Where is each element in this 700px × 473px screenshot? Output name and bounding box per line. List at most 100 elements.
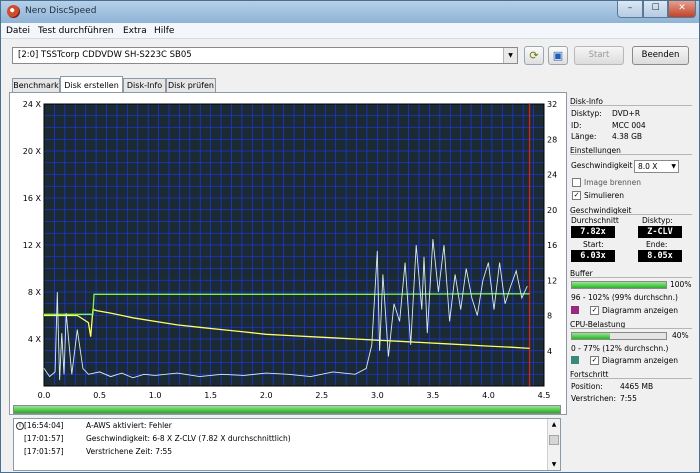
check-icon: ✓ <box>573 191 580 199</box>
log-time: [17:01:57] <box>24 434 64 443</box>
cpu-progress <box>571 332 667 340</box>
cpu-percent: 40% <box>672 331 689 340</box>
chevron-down-icon: ▼ <box>671 163 676 170</box>
simulate-label: Simulieren <box>584 191 624 200</box>
menu-test[interactable]: Test durchführen <box>38 26 113 36</box>
y-right-tick-label: 20 <box>547 206 557 215</box>
log-row: i [16:54:04] A-AWS aktiviert: Fehler <box>14 420 547 432</box>
disk-id-value: MCC 004 <box>612 121 646 130</box>
buffer-color-swatch[interactable] <box>571 306 579 314</box>
log-message: Verstrichene Zeit: 7:55 <box>86 447 173 456</box>
speed-select-value: 8.0 X <box>638 162 658 171</box>
disktype-value: DVD+R <box>612 109 641 118</box>
x-tick-label: 0.0 <box>38 391 51 400</box>
tab-disk-erstellen[interactable]: Disk erstellen <box>60 76 123 93</box>
start-button[interactable]: Start <box>574 46 624 65</box>
title-bar[interactable]: Nero DiscSpeed – ☐ ✕ <box>1 1 699 23</box>
buffer-diagram-label: Diagramm anzeigen <box>602 306 679 315</box>
end-speed-display: 8.05x <box>638 250 682 262</box>
divider <box>570 214 692 215</box>
position-label: Position: <box>571 382 603 391</box>
start-speed-label: Start: <box>583 240 604 249</box>
tab-disk-pruefen[interactable]: Disk prüfen <box>166 78 216 93</box>
avg-speed-display: 7.82x <box>571 226 615 238</box>
y-left-tick-label: 12 X <box>23 241 42 250</box>
position-value: 4465 MB <box>620 382 654 391</box>
y-right-tick-label: 32 <box>547 100 557 109</box>
x-tick-label: 2.5 <box>315 391 328 400</box>
x-tick-label: 3.5 <box>427 391 440 400</box>
minimize-button[interactable]: – <box>617 1 643 18</box>
menu-hilfe[interactable]: Hilfe <box>154 26 174 36</box>
cpu-diagram-checkbox[interactable]: ✓ <box>590 356 599 365</box>
maximize-button[interactable]: ☐ <box>643 1 668 18</box>
x-tick-label: 0.5 <box>93 391 106 400</box>
refresh-icon: ⟳ <box>529 49 539 62</box>
x-tick-label: 4.0 <box>482 391 495 400</box>
chevron-down-icon[interactable]: ▼ <box>503 48 517 63</box>
cpu-range: 0 - 77% (12% durchschn.) <box>571 344 669 353</box>
image-burn-label: Image brennen <box>584 178 642 187</box>
speed-label: Geschwindigkeit <box>571 161 633 170</box>
buffer-progress-fill <box>572 282 666 288</box>
x-tick-label: 1.5 <box>204 391 217 400</box>
log-time: [16:54:04] <box>24 421 64 430</box>
y-left-tick-label: 20 X <box>23 147 42 156</box>
y-right-tick-label: 12 <box>547 276 557 285</box>
y-right-tick-label: 8 <box>547 312 552 321</box>
log-panel[interactable]: i [16:54:04] A-AWS aktiviert: Fehler [17… <box>13 418 561 471</box>
disk-type-display: Z-CLV <box>638 226 682 238</box>
close-button[interactable]: Beenden <box>632 46 689 65</box>
log-row: [17:01:57] Geschwindigkeit: 6-8 X Z-CLV … <box>14 433 547 445</box>
side-panel: Disk-Info Disktyp: DVD+R ID: MCC 004 Län… <box>568 94 696 412</box>
y-right-tick-label: 24 <box>547 171 557 180</box>
menu-datei[interactable]: Datei <box>6 26 30 36</box>
buffer-diagram-checkbox[interactable]: ✓ <box>590 306 599 315</box>
app-window: Nero DiscSpeed – ☐ ✕ Datei Test durchfüh… <box>0 0 700 473</box>
scroll-thumb[interactable] <box>549 435 559 445</box>
tab-disk-info[interactable]: Disk-Info <box>123 78 166 93</box>
log-time: [17:01:57] <box>24 447 64 456</box>
log-message: A-AWS aktiviert: Fehler <box>86 421 172 430</box>
drive-select[interactable]: [2:0] TSSTcorp CDDVDW SH-S223C SB05 ▼ <box>12 47 518 64</box>
close-window-button[interactable]: ✕ <box>668 1 696 18</box>
image-burn-checkbox[interactable] <box>572 178 581 187</box>
divider <box>570 328 692 329</box>
x-tick-label: 3.0 <box>371 391 384 400</box>
elapsed-label: Verstrichen: <box>571 394 617 403</box>
divider <box>570 154 692 155</box>
divider <box>570 105 692 106</box>
cpu-diagram-label: Diagramm anzeigen <box>602 356 679 365</box>
drive-select-value: [2:0] TSSTcorp CDDVDW SH-S223C SB05 <box>18 50 192 60</box>
simulate-checkbox[interactable]: ✓ <box>572 191 581 200</box>
disktype-label: Disktyp: <box>571 109 602 118</box>
info-icon: i <box>16 422 24 430</box>
buffer-percent: 100% <box>670 280 692 289</box>
speed-select[interactable]: 8.0 X ▼ <box>634 160 679 173</box>
log-scrollbar[interactable]: ▲ ▼ <box>547 419 560 470</box>
tab-benchmark[interactable]: Benchmark <box>12 78 60 93</box>
scroll-down-icon[interactable]: ▼ <box>549 460 559 469</box>
cpu-progress-fill <box>572 333 610 339</box>
check-icon: ✓ <box>591 356 598 364</box>
refresh-drives-button[interactable]: ⟳ <box>524 46 544 65</box>
divider <box>570 277 692 278</box>
cpu-color-swatch[interactable] <box>571 356 579 364</box>
y-left-tick-label: 4 X <box>28 335 42 344</box>
y-left-tick-label: 24 X <box>23 100 42 109</box>
elapsed-value: 7:55 <box>620 394 637 403</box>
speed-chart: 0.0 0.5 1.0 1.5 2.0 2.5 3.0 3.5 4.0 4.5 4 X 8 X 12 X… <box>23 100 557 400</box>
start-speed-display: 6.03x <box>571 250 615 262</box>
floppy-icon: ▣ <box>552 49 564 62</box>
buffer-range: 96 - 102% (99% durchschn.) <box>571 293 678 302</box>
x-tick-label: 4.5 <box>538 391 551 400</box>
y-right-tick-label: 16 <box>547 241 557 250</box>
nero-disc-icon <box>7 5 20 18</box>
check-icon: ✓ <box>591 306 598 314</box>
save-button[interactable]: ▣ <box>548 46 568 65</box>
scroll-up-icon[interactable]: ▲ <box>549 420 559 429</box>
menu-extra[interactable]: Extra <box>123 26 147 36</box>
y-left-tick-label: 8 X <box>28 288 42 297</box>
length-label: Länge: <box>571 132 597 141</box>
disk-type-label: Disktyp: <box>642 216 673 225</box>
